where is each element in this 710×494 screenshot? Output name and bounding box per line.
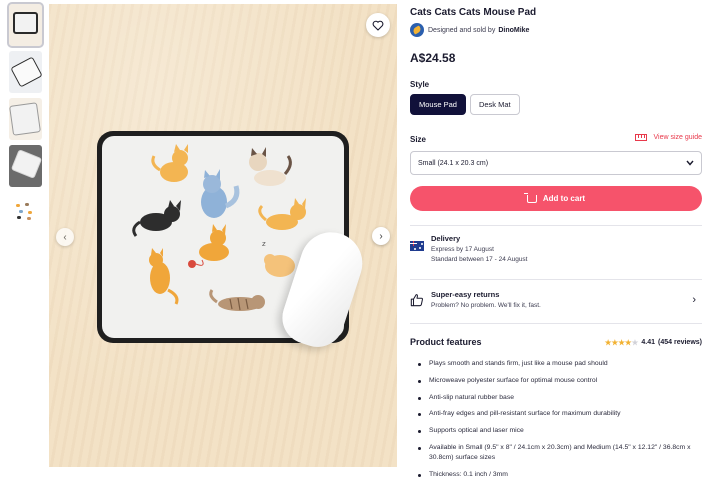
returns-subtitle: Problem? No problem. We'll fix it, fast.	[431, 302, 541, 309]
delivery-standard: Standard between 17 - 24 August	[431, 256, 528, 263]
chevron-down-icon	[686, 160, 694, 166]
returns-info[interactable]: Super-easy returns Problem? No problem. …	[410, 290, 702, 312]
rating-summary[interactable]: ★★★★★ 4.41 (454 reviews)	[605, 338, 702, 347]
divider	[410, 225, 702, 226]
seller-link[interactable]: DinoMike	[498, 27, 529, 34]
star-rating: ★★★★★	[604, 337, 639, 347]
seller-info: Designed and sold by DinoMike	[410, 23, 529, 37]
features-list: Plays smooth and stands firm, just like …	[418, 359, 704, 487]
cat-ginger	[188, 224, 229, 268]
favorite-button[interactable]	[366, 13, 390, 37]
cat-sleeping: z	[262, 240, 295, 277]
style-option-mouse-pad[interactable]: Mouse Pad	[410, 94, 466, 115]
list-item: Available in Small (9.5" x 8" / 24.1cm x…	[418, 443, 704, 463]
size-guide-link[interactable]: View size guide	[635, 134, 702, 141]
chevron-right-icon: ›	[692, 294, 696, 306]
product-title: Cats Cats Cats Mouse Pad	[410, 7, 537, 18]
cat-black	[132, 200, 181, 237]
cart-icon	[523, 192, 537, 203]
add-to-cart-button[interactable]: Add to cart	[410, 186, 702, 211]
previous-image-button[interactable]: ‹	[56, 228, 74, 246]
list-item: Supports optical and laser mice	[418, 426, 704, 436]
cat-blue	[201, 169, 240, 218]
cat-siamese	[249, 147, 292, 186]
svg-text:z: z	[262, 240, 266, 248]
rating-count: (454 reviews)	[658, 338, 702, 346]
features-title: Product features	[410, 337, 482, 347]
list-item: Anti-fray edges and pill-resistant surfa…	[418, 409, 704, 419]
style-option-desk-mat[interactable]: Desk Mat	[469, 94, 520, 115]
seller-avatar[interactable]	[410, 23, 424, 37]
product-image: ‹ › z	[49, 4, 397, 467]
chevron-right-icon: ›	[379, 230, 383, 242]
size-select-value: Small (24.1 x 20.3 cm)	[418, 159, 489, 167]
heart-icon	[372, 20, 384, 31]
list-item: Thickness: 0.1 inch / 3mm	[418, 470, 704, 480]
cat-orange-2	[258, 198, 306, 230]
delivery-info: Delivery Express by 17 August Standard b…	[410, 234, 528, 266]
thumbnail-4[interactable]	[9, 145, 42, 187]
size-label: Size	[410, 135, 427, 144]
rating-value: 4.41	[641, 338, 656, 346]
size-select[interactable]: Small (24.1 x 20.3 cm)	[410, 151, 702, 175]
next-image-button[interactable]: ›	[372, 227, 390, 245]
delivery-title: Delivery	[431, 234, 461, 243]
size-guide-label: View size guide	[653, 134, 702, 141]
list-item: Plays smooth and stands firm, just like …	[418, 359, 704, 369]
cat-orange-1	[151, 144, 188, 182]
list-item: Anti-slip natural rubber base	[418, 393, 704, 403]
chevron-left-icon: ‹	[63, 231, 67, 243]
returns-title: Super-easy returns	[431, 290, 500, 299]
thumbnail-3[interactable]	[9, 98, 42, 140]
divider	[410, 279, 702, 280]
thumbnail-2[interactable]	[9, 51, 42, 93]
thumbnail-5[interactable]	[9, 192, 42, 234]
style-label: Style	[410, 80, 430, 89]
ruler-icon	[635, 134, 648, 141]
australia-flag-icon	[410, 241, 424, 251]
cat-tabby	[209, 289, 265, 311]
features-header: Product features ★★★★★ 4.41 (454 reviews…	[410, 337, 702, 347]
cat-orange-3	[149, 248, 179, 305]
add-to-cart-label: Add to cart	[542, 194, 586, 203]
style-options: Mouse Pad Desk Mat	[410, 94, 520, 115]
product-price: A$24.58	[410, 51, 456, 65]
thumbnail-strip	[7, 2, 44, 239]
thumbs-up-icon	[410, 294, 423, 307]
thumbnail-1[interactable]	[7, 2, 44, 48]
delivery-express: Express by 17 August	[431, 246, 494, 253]
divider	[410, 323, 702, 324]
seller-prefix: Designed and sold by	[428, 26, 496, 34]
list-item: Microweave polyester surface for optimal…	[418, 376, 704, 386]
